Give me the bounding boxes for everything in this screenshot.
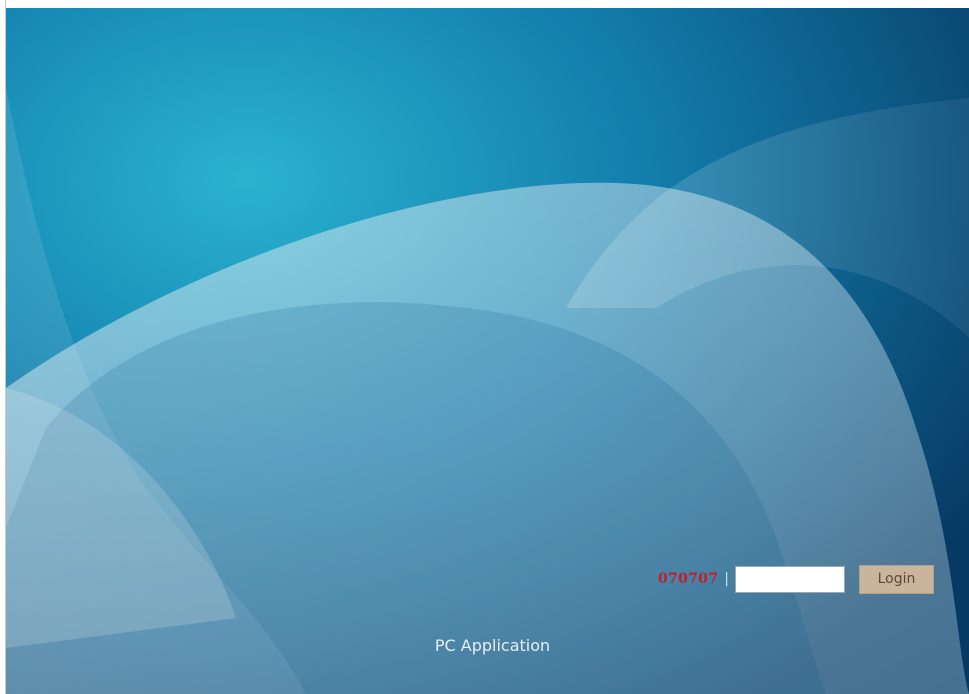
login-button[interactable]: Login: [858, 564, 934, 594]
separator: |: [724, 571, 729, 587]
login-input[interactable]: [734, 565, 845, 593]
app-name-label: PC Application: [434, 636, 551, 655]
login-screen: 070707 | Login PC Application: [0, 0, 969, 694]
login-code-text: 070707: [658, 571, 719, 587]
login-row: 070707 | Login: [658, 563, 958, 595]
